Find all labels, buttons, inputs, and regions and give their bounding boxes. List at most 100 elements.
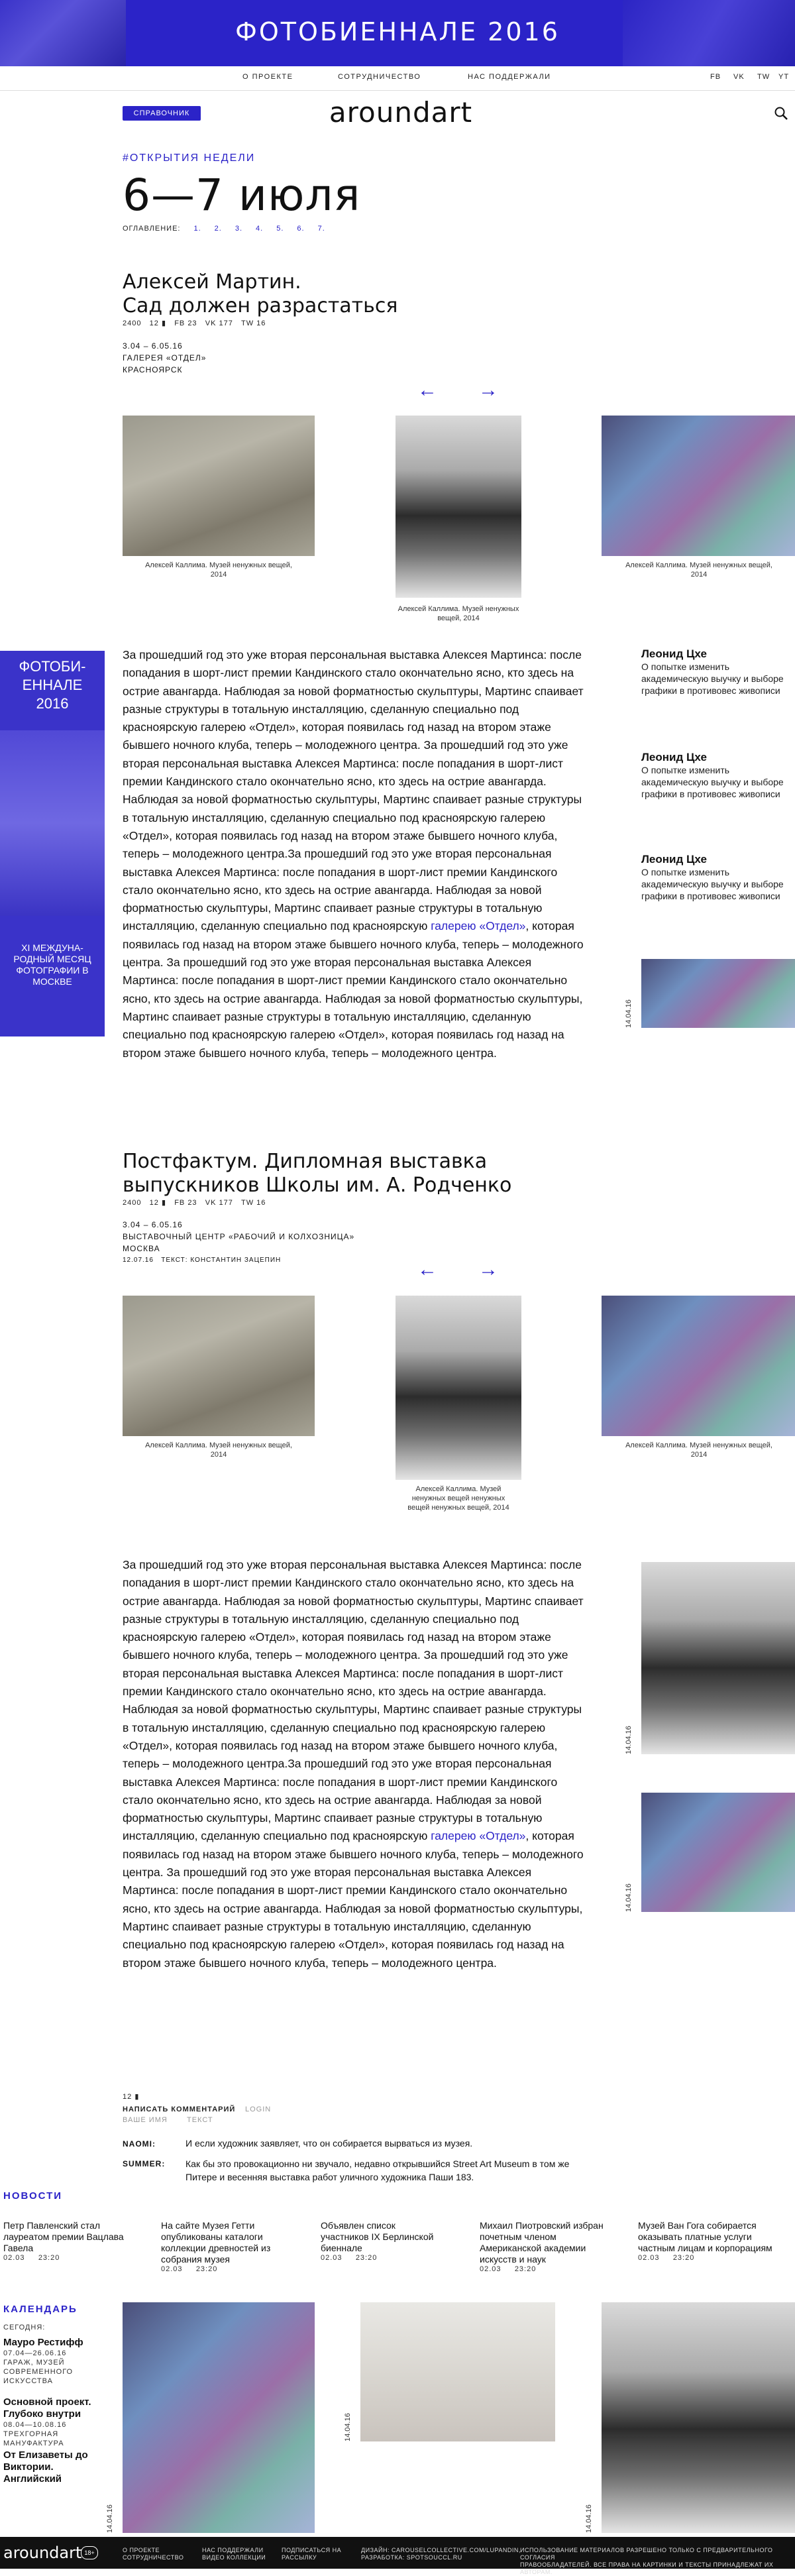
side-author-desc: О попытке изменить академическую выучку … — [641, 661, 784, 696]
comments-counter: 12 ▮ — [123, 2092, 139, 2101]
side-photo-1[interactable] — [641, 1562, 795, 1754]
site-logo[interactable]: aroundart — [325, 96, 477, 129]
ad-image — [0, 730, 105, 916]
toc-link-2[interactable]: 2. — [215, 225, 222, 233]
fb-shares[interactable]: FB 23 — [174, 319, 197, 327]
fb-shares[interactable]: FB 23 — [174, 1199, 197, 1207]
footer-links-1[interactable]: О ПРОЕКТЕ СОТРУДНИЧЕСТВО — [123, 2547, 184, 2561]
toc-link-5[interactable]: 5. — [276, 225, 284, 233]
gallery-photo-3[interactable] — [602, 1296, 795, 1436]
ad-subtitle: XI МЕЖДУНА-РОДНЫЙ МЕСЯЦ ФОТОГРАФИИ В МОС… — [13, 942, 91, 987]
gallery-link[interactable]: галерею «Отдел» — [431, 919, 525, 932]
calendar-photo-date-3: 14.04.16 — [585, 2504, 593, 2533]
banner-title: ФОТОБИЕННАЛЕ 2016 — [235, 17, 560, 46]
news-title: Петр Павленский стал лауреатом премии Ва… — [3, 2220, 124, 2253]
news-item[interactable]: Музей Ван Гога собирается оказывать плат… — [638, 2220, 787, 2262]
side-author-card-2[interactable]: Леонид Цхе О попытке изменить академичес… — [641, 751, 787, 800]
social-fb-link[interactable]: FB — [710, 73, 721, 81]
article-2-body: За прошедший год это уже вторая персонал… — [123, 1556, 586, 1972]
side-photo-2[interactable] — [641, 1793, 795, 1912]
exhibition-venue[interactable]: ВЫСТАВОЧНЫЙ ЦЕНТР «РАБОЧИЙ И КОЛХОЗНИЦА» — [123, 1231, 354, 1243]
toc-link-3[interactable]: 3. — [235, 225, 242, 233]
next-arrow-icon[interactable]: → — [478, 379, 498, 402]
top-banner[interactable]: ФОТОБИЕННАЛЕ 2016 — [0, 0, 795, 66]
toc-link-1[interactable]: 1. — [193, 225, 201, 233]
footer-copyright: ИСПОЛЬЗОВАНИЕ МАТЕРИАЛОВ РАЗРЕШЕНО ТОЛЬК… — [520, 2547, 774, 2575]
footer-subscribe[interactable]: ПОДПИСАТЬСЯ НА РАССЫЛКУ — [282, 2547, 341, 2561]
event-venue: ТРЕХГОРНАЯ МАНУФАКТУРА — [3, 2430, 64, 2447]
tw-shares[interactable]: TW 16 — [241, 319, 266, 327]
fotobiennale-ad[interactable]: ФОТОБИ-ЕННАЛЕ 2016 XI МЕЖДУНА-РОДНЫЙ МЕС… — [0, 651, 105, 1036]
article-1-info: 3.04 – 6.05.16 ГАЛЕРЕЯ «ОТДЕЛ» КРАСНОЯРС… — [123, 340, 206, 376]
toc-link-6[interactable]: 6. — [297, 225, 304, 233]
side-photo-date-1: 14.04.16 — [625, 1726, 633, 1754]
comment-text-input[interactable]: ТЕКСТ — [187, 2116, 213, 2124]
news-item[interactable]: Михаил Пиотровский избран почетным члено… — [480, 2220, 612, 2273]
news-item[interactable]: Объявлен список участников IX Берлинской… — [321, 2220, 443, 2262]
side-author-card-3[interactable]: Леонид Цхе О попытке изменить академичес… — [641, 853, 787, 902]
views-count: 2400 — [123, 1199, 142, 1207]
news-title: На сайте Музея Гетти опубликованы катало… — [161, 2220, 271, 2265]
news-title: Объявлен список участников IX Берлинской… — [321, 2220, 434, 2253]
comment-author: SUMMER: — [123, 2159, 166, 2168]
calendar-photo-date-1: 14.04.16 — [106, 2504, 114, 2533]
directory-badge[interactable]: СПРАВОЧНИК — [123, 106, 201, 121]
gallery-photo-2[interactable] — [396, 416, 521, 598]
next-arrow-icon[interactable]: → — [478, 1259, 498, 1281]
social-tw-link[interactable]: TW — [757, 73, 770, 81]
nav-item-supporters[interactable]: НАС ПОДДЕРЖАЛИ — [468, 73, 551, 81]
nav-item-cooperation[interactable]: СОТРУДНИЧЕСТВО — [338, 73, 421, 81]
social-yt-link[interactable]: YT — [778, 73, 789, 81]
comments-count: 12 — [149, 319, 159, 327]
gallery-link[interactable]: галерею «Отдел» — [431, 1829, 525, 1842]
text-author[interactable]: ТЕКСТ: КОНСТАНТИН ЗАЦЕПИН — [161, 1257, 281, 1264]
calendar-photo-2[interactable] — [360, 2302, 555, 2441]
article-2-info: 3.04 – 6.05.16 ВЫСТАВОЧНЫЙ ЦЕНТР «РАБОЧИ… — [123, 1219, 354, 1266]
prev-arrow-icon[interactable]: ← — [417, 379, 437, 402]
write-comment-link[interactable]: НАПИСАТЬ КОММЕНТАРИЙ — [123, 2105, 235, 2113]
gallery-photo-1[interactable] — [123, 1296, 315, 1436]
event-venue: ГАРАЖ, МУЗЕЙ СОВРЕМЕННОГО ИСКУССТВА — [3, 2359, 74, 2385]
calendar-heading[interactable]: КАЛЕНДАРЬ — [3, 2304, 78, 2315]
gallery-photo-3[interactable] — [602, 416, 795, 556]
calendar-event[interactable]: От Елизаветы до Виктории. Английский — [3, 2449, 96, 2485]
news-item[interactable]: На сайте Музея Гетти опубликованы катало… — [161, 2220, 284, 2273]
toc-link-4[interactable]: 4. — [256, 225, 263, 233]
social-vk-link[interactable]: VK — [733, 73, 745, 81]
side-author-desc: О попытке изменить академическую выучку … — [641, 867, 784, 901]
calendar-event[interactable]: Мауро Рестифф 07.04—26.06.16 ГАРАЖ, МУЗЕ… — [3, 2337, 96, 2386]
prev-arrow-icon[interactable]: ← — [417, 1259, 437, 1281]
calendar-event[interactable]: Основной проект. Глубоко внутри 08.04—10… — [3, 2396, 96, 2448]
vk-shares[interactable]: VK 177 — [205, 1199, 233, 1207]
news-title: Музей Ван Гога собирается оказывать плат… — [638, 2220, 772, 2253]
news-item[interactable]: Петр Павленский стал лауреатом премии Ва… — [3, 2220, 126, 2262]
gallery-photo-2[interactable] — [396, 1296, 521, 1480]
toc-link-7[interactable]: 7. — [318, 225, 325, 233]
comment-item: SUMMER: Как бы это провокационно ни звуч… — [123, 2157, 586, 2184]
news-heading[interactable]: НОВОСТИ — [3, 2190, 62, 2202]
side-author-card-1[interactable]: Леонид Цхе О попытке изменить академичес… — [641, 647, 787, 697]
article-1-title[interactable]: Алексей Мартин. Сад должен разрастаться — [123, 270, 398, 318]
news-date: 02.03 23:20 — [480, 2265, 537, 2273]
article-2-title[interactable]: Постфактум. Дипломная выставка выпускник… — [123, 1150, 511, 1198]
tw-shares[interactable]: TW 16 — [241, 1199, 266, 1207]
footer-links-2[interactable]: НАС ПОДДЕРЖАЛИ ВИДЕО КОЛЛЕКЦИИ — [202, 2547, 266, 2561]
calendar-photo-1[interactable] — [123, 2302, 315, 2533]
login-link[interactable]: LOGIN — [245, 2105, 271, 2113]
side-author-desc: О попытке изменить академическую выучку … — [641, 765, 784, 799]
comments-count: 12 — [149, 1199, 159, 1207]
comment-icon: ▮ — [161, 1199, 167, 1207]
search-icon[interactable] — [774, 106, 788, 121]
footer-logo[interactable]: aroundart — [3, 2544, 81, 2562]
name-input[interactable]: ВАШЕ ИМЯ — [123, 2116, 168, 2124]
news-date: 02.03 23:20 — [3, 2254, 60, 2262]
side-photo[interactable] — [641, 959, 795, 1028]
calendar-photo-3[interactable] — [602, 2302, 795, 2533]
article-2-text: За прошедший год это уже вторая персонал… — [123, 1558, 584, 1843]
vk-shares[interactable]: VK 177 — [205, 319, 233, 327]
side-author-name: Леонид Цхе — [641, 647, 707, 660]
exhibition-venue[interactable]: ГАЛЕРЕЯ «ОТДЕЛ» — [123, 352, 206, 364]
gallery-photo-1[interactable] — [123, 416, 315, 556]
section-hashtag[interactable]: #ОТКРЫТИЯ НЕДЕЛИ — [123, 152, 255, 164]
nav-item-about[interactable]: О ПРОЕКТЕ — [242, 73, 293, 81]
